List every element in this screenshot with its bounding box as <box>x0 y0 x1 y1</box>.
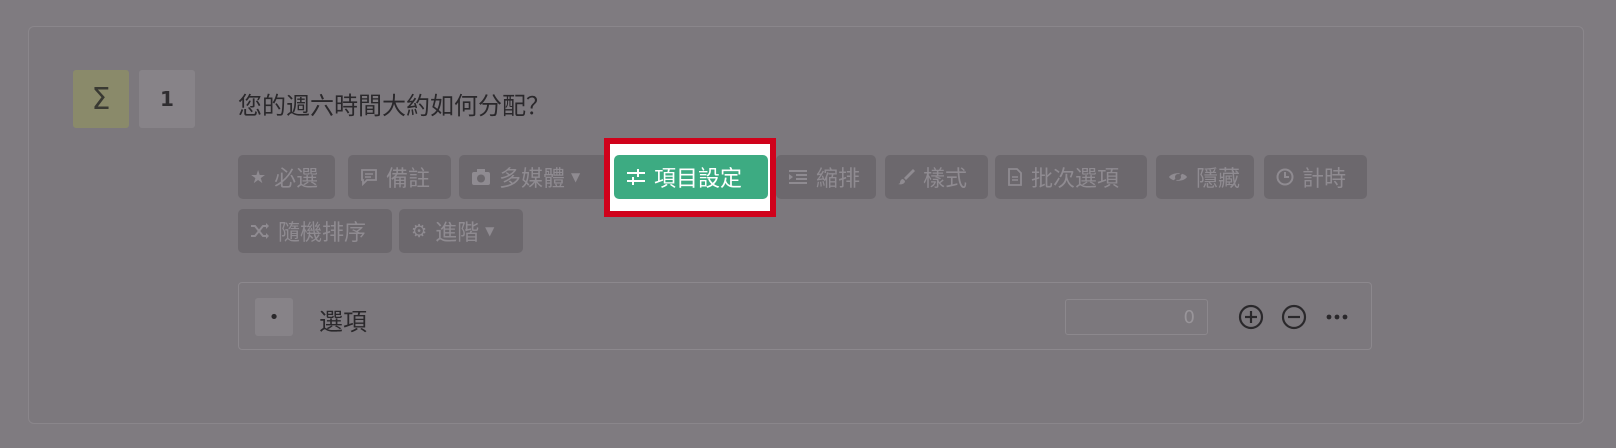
option-score-input[interactable] <box>1065 299 1208 335</box>
advanced-dropdown[interactable]: ⚙ 進階 ▼ <box>399 209 523 253</box>
style-button[interactable]: 樣式 <box>885 155 988 199</box>
comment-icon <box>360 168 378 186</box>
question-number: 1 <box>139 70 195 128</box>
hide-button[interactable]: 隱藏 <box>1156 155 1254 199</box>
item-settings-button[interactable]: 項目設定 <box>614 155 768 199</box>
star-icon: ★ <box>250 166 267 188</box>
option-bullet[interactable]: • <box>255 298 293 336</box>
eye-slash-icon <box>1168 169 1188 185</box>
shuffle-icon <box>250 222 270 240</box>
option-row: • 選項 <box>238 282 1372 350</box>
caret-down-icon: ▼ <box>571 170 581 184</box>
add-option-icon[interactable] <box>1237 303 1265 331</box>
question-title[interactable]: 您的週六時間大約如何分配？ <box>238 86 550 121</box>
paintbrush-icon <box>897 168 915 186</box>
clock-icon <box>1276 168 1294 186</box>
gear-icon: ⚙ <box>411 220 428 242</box>
indent-icon <box>788 168 808 186</box>
sliders-icon <box>626 168 646 186</box>
more-options-icon[interactable] <box>1323 303 1351 331</box>
note-button[interactable]: 備註 <box>348 155 451 199</box>
batch-options-button[interactable]: 批次選項 <box>995 155 1147 199</box>
sigma-icon: Σ <box>91 81 111 117</box>
remove-option-icon[interactable] <box>1280 303 1308 331</box>
option-label[interactable]: 選項 <box>319 302 367 337</box>
file-icon <box>1007 168 1023 186</box>
random-order-button[interactable]: 隨機排序 <box>238 209 392 253</box>
question-type-badge[interactable]: Σ <box>73 70 129 128</box>
required-button[interactable]: ★ 必選 <box>238 155 335 199</box>
indent-button[interactable]: 縮排 <box>776 155 876 199</box>
media-dropdown[interactable]: 多媒體 ▼ <box>459 155 608 199</box>
timer-button[interactable]: 計時 <box>1264 155 1367 199</box>
caret-down-icon: ▼ <box>485 224 495 238</box>
camera-icon <box>471 168 491 186</box>
